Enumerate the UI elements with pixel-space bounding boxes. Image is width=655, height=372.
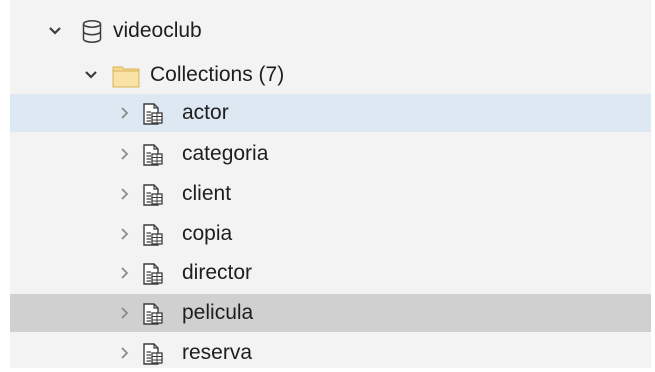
collection-label: director: [182, 261, 253, 284]
collection-label: actor: [182, 101, 229, 124]
tree-node-database[interactable]: videoclub: [10, 12, 651, 50]
folder-icon: [112, 66, 140, 88]
collection-icon: [143, 144, 163, 166]
collection-icon: [143, 343, 163, 365]
collection-label: categoria: [182, 142, 269, 165]
tree-node-collection-categoria[interactable]: categoria: [10, 135, 651, 173]
chevron-right-icon[interactable]: [120, 106, 130, 120]
collection-label: client: [182, 182, 232, 205]
tree-node-collection-actor[interactable]: actor: [10, 94, 651, 132]
tree-node-collection-reserva[interactable]: reserva: [10, 334, 651, 372]
collection-icon: [143, 103, 163, 125]
chevron-right-icon[interactable]: [120, 227, 130, 241]
chevron-down-icon[interactable]: [48, 26, 62, 36]
collections-folder-label: Collections (7): [150, 63, 285, 86]
chevron-down-icon[interactable]: [84, 70, 98, 80]
collection-icon: [143, 263, 163, 285]
tree-node-collection-pelicula[interactable]: pelicula: [10, 294, 651, 332]
collection-label: reserva: [182, 341, 253, 364]
database-icon: [82, 20, 102, 43]
collection-label: pelicula: [182, 301, 254, 324]
tree-node-collection-copia[interactable]: copia: [10, 215, 651, 253]
collection-icon: [143, 184, 163, 206]
collection-label: copia: [182, 222, 233, 245]
tree-node-collection-director[interactable]: director: [10, 254, 651, 292]
chevron-right-icon[interactable]: [120, 147, 130, 161]
tree-node-collections-folder[interactable]: Collections (7): [10, 56, 651, 94]
chevron-right-icon[interactable]: [120, 266, 130, 280]
chevron-right-icon[interactable]: [120, 346, 130, 360]
collection-icon: [143, 224, 163, 246]
chevron-right-icon[interactable]: [120, 306, 130, 320]
database-tree: videoclub Collections (7) actor categori…: [10, 0, 651, 368]
database-label: videoclub: [113, 19, 202, 42]
collection-icon: [143, 303, 163, 325]
tree-node-collection-client[interactable]: client: [10, 175, 651, 213]
chevron-right-icon[interactable]: [120, 187, 130, 201]
